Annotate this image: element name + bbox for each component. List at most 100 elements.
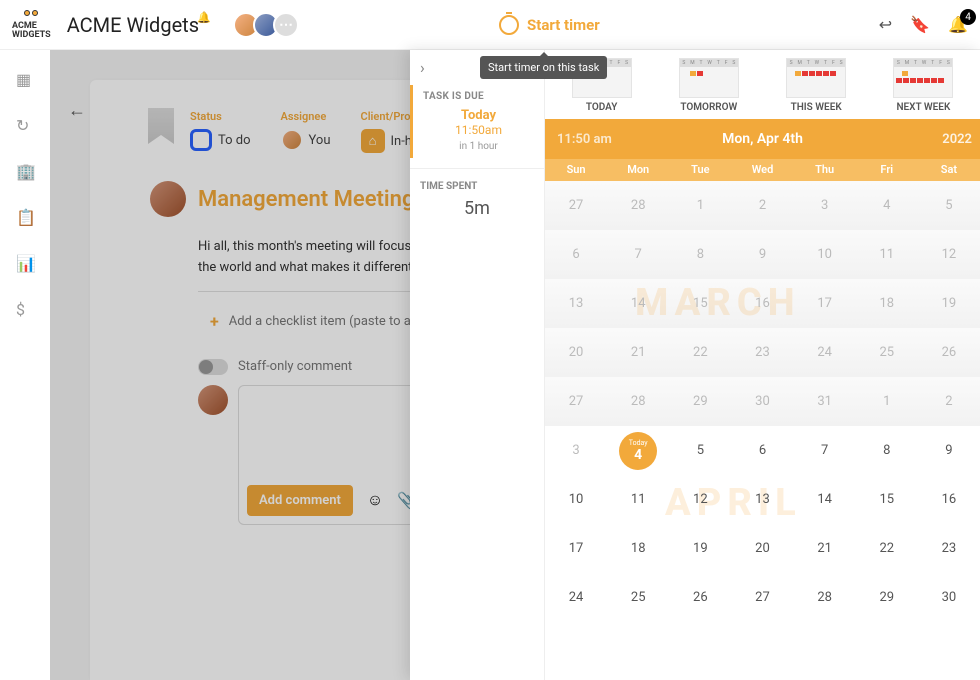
left-rail: ▦ ↻ 🏢 📋 📊 $ — [0, 50, 50, 680]
calendar-day[interactable]: 23 — [731, 328, 793, 377]
projects-icon[interactable]: 🏢 — [16, 162, 34, 180]
calendar-day[interactable]: 8 — [856, 426, 918, 475]
calendar-day[interactable]: 29 — [669, 377, 731, 426]
logo[interactable]: ACMEWIDGETS — [12, 10, 51, 38]
calendar-day[interactable]: 18 — [856, 279, 918, 328]
bookmark-icon[interactable]: 🔖 — [910, 15, 930, 34]
billing-icon[interactable]: $ — [16, 300, 34, 318]
calendar-day[interactable]: 6 — [731, 426, 793, 475]
calendar-day[interactable]: 5 — [918, 181, 980, 230]
calendar-day[interactable]: 15 — [669, 279, 731, 328]
calendar-day[interactable]: 27 — [731, 573, 793, 622]
calendar-day[interactable]: 9 — [918, 426, 980, 475]
calendar-year: 2022 — [942, 132, 972, 147]
calendar-day[interactable]: 21 — [607, 328, 669, 377]
calendar-day[interactable]: 7 — [794, 426, 856, 475]
board-icon[interactable]: ▦ — [16, 70, 34, 88]
due-relative: in 1 hour — [423, 141, 534, 152]
calendar-day[interactable]: 4 — [856, 181, 918, 230]
calendar-day[interactable]: 13 — [731, 475, 793, 524]
calendar-day[interactable]: 30 — [918, 573, 980, 622]
calendar-grid: MARCH APRIL 2728123456789101112131415161… — [545, 181, 980, 680]
calendar-day[interactable]: 3 — [794, 181, 856, 230]
calendar-day[interactable]: 23 — [918, 524, 980, 573]
member-avatars[interactable]: ⋯ — [239, 12, 299, 38]
calendar-day[interactable]: 18 — [607, 524, 669, 573]
calendar-day[interactable]: Today4 — [607, 426, 669, 475]
calendar-day[interactable]: 12 — [669, 475, 731, 524]
task-due-label: TASK IS DUE — [423, 91, 534, 102]
calendar-time[interactable]: 11:50 am — [557, 132, 612, 147]
calendar-day[interactable]: 2 — [731, 181, 793, 230]
notif-count: 4 — [960, 9, 976, 25]
calendar-header: 11:50 am Mon, Apr 4th 2022 — [545, 119, 980, 159]
topbar: ACMEWIDGETS ACME Widgets 🔔 ⋯ Start timer… — [0, 0, 980, 50]
reports-icon[interactable]: 📊 — [16, 254, 34, 272]
calendar-day[interactable]: 25 — [607, 573, 669, 622]
company-name: ACME Widgets 🔔 — [67, 13, 199, 37]
calendar-day[interactable]: 17 — [545, 524, 607, 573]
calendar-day[interactable]: 5 — [669, 426, 731, 475]
start-timer-button[interactable]: Start timer — [499, 15, 600, 35]
calendar-day[interactable]: 7 — [607, 230, 669, 279]
calendar-day[interactable]: 14 — [607, 279, 669, 328]
preset-tomorrow[interactable]: SMTWTFS TOMORROW — [679, 58, 739, 113]
calendar-day[interactable]: 31 — [794, 377, 856, 426]
calendar-day[interactable]: 12 — [918, 230, 980, 279]
calendar-day[interactable]: 6 — [545, 230, 607, 279]
calendar-day[interactable]: 19 — [669, 524, 731, 573]
due-time[interactable]: 11:50am — [423, 123, 534, 137]
undo-icon[interactable]: ↩ — [879, 15, 892, 34]
calendar-day[interactable]: 2 — [918, 377, 980, 426]
company-bell-icon[interactable]: 🔔 — [197, 11, 211, 24]
calendar-day[interactable]: 28 — [607, 377, 669, 426]
calendar-day[interactable]: 8 — [669, 230, 731, 279]
calendar-day[interactable]: 3 — [545, 426, 607, 475]
calendar-day[interactable]: 19 — [918, 279, 980, 328]
calendar-day[interactable]: 22 — [856, 524, 918, 573]
start-timer-tooltip: Start timer on this task — [480, 56, 607, 79]
calendar-day[interactable]: 17 — [794, 279, 856, 328]
calendar-date: Mon, Apr 4th — [722, 131, 803, 147]
due-date-panel: › TASK IS DUE Today 11:50am in 1 hour TI… — [410, 50, 980, 680]
due-day[interactable]: Today — [423, 108, 534, 123]
calendar-day[interactable]: 27 — [545, 181, 607, 230]
dow-row: Sun Mon Tue Wed Thu Fri Sat — [545, 159, 980, 181]
preset-this-week[interactable]: SMTWTFS THIS WEEK — [786, 58, 846, 113]
calendar-day[interactable]: 28 — [607, 181, 669, 230]
recent-icon[interactable]: ↻ — [16, 116, 34, 134]
calendar-day[interactable]: 29 — [856, 573, 918, 622]
calendar-day[interactable]: 13 — [545, 279, 607, 328]
calendar-day[interactable]: 28 — [794, 573, 856, 622]
calendar-day[interactable]: 30 — [731, 377, 793, 426]
calendar-day[interactable]: 15 — [856, 475, 918, 524]
calendar-day[interactable]: 1 — [669, 181, 731, 230]
calendar-day[interactable]: 14 — [794, 475, 856, 524]
calendar-day[interactable]: 25 — [856, 328, 918, 377]
avatar-more[interactable]: ⋯ — [273, 12, 299, 38]
stopwatch-icon — [499, 15, 519, 35]
calendar-day[interactable]: 20 — [731, 524, 793, 573]
preset-next-week[interactable]: SMTWTFS NEXT WEEK — [893, 58, 953, 113]
calendar-day[interactable]: 1 — [856, 377, 918, 426]
today-marker[interactable]: Today4 — [619, 432, 657, 470]
calendar-day[interactable]: 21 — [794, 524, 856, 573]
calendar-day[interactable]: 22 — [669, 328, 731, 377]
calendar-day[interactable]: 16 — [918, 475, 980, 524]
calendar-day[interactable]: 24 — [794, 328, 856, 377]
notifications-icon[interactable]: 🔔4 — [948, 15, 968, 34]
calendar-day[interactable]: 11 — [607, 475, 669, 524]
time-spent-value[interactable]: 5m — [420, 198, 534, 219]
calendar-day[interactable]: 10 — [545, 475, 607, 524]
tasks-icon[interactable]: 📋 — [16, 208, 34, 226]
calendar-day[interactable]: 20 — [545, 328, 607, 377]
calendar-day[interactable]: 10 — [794, 230, 856, 279]
time-spent-label: TIME SPENT — [420, 181, 534, 192]
calendar-day[interactable]: 27 — [545, 377, 607, 426]
calendar-day[interactable]: 26 — [918, 328, 980, 377]
calendar-day[interactable]: 11 — [856, 230, 918, 279]
calendar-day[interactable]: 26 — [669, 573, 731, 622]
calendar-day[interactable]: 9 — [731, 230, 793, 279]
calendar-day[interactable]: 16 — [731, 279, 793, 328]
calendar-day[interactable]: 24 — [545, 573, 607, 622]
